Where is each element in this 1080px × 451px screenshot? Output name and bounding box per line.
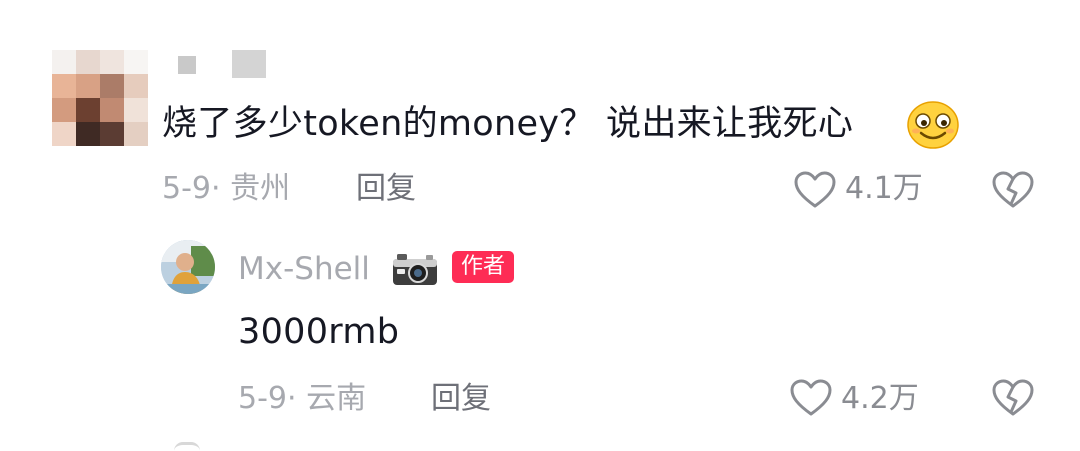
commenter-avatar[interactable] xyxy=(52,50,148,146)
reply-reply-button[interactable]: 回复 xyxy=(431,381,491,417)
author-avatar[interactable] xyxy=(161,240,215,294)
comment-text-content: 烧了多少token的money？ 说出来让我死心 xyxy=(162,104,854,144)
reply-like-count: 4.2万 xyxy=(841,381,919,416)
next-comment-avatar-edge xyxy=(174,442,200,451)
broken-heart-icon[interactable] xyxy=(991,378,1035,418)
camera-icon xyxy=(392,252,438,286)
author-badge: 作者 xyxy=(452,251,515,283)
author-name[interactable]: Mx-Shell xyxy=(238,250,370,288)
heart-outline-icon[interactable] xyxy=(789,378,833,418)
reply-date-location: 5-9· 云南 xyxy=(238,381,367,416)
comment-text: 烧了多少token的money？ 说出来让我死心 xyxy=(162,102,853,146)
commenter-name-redacted[interactable] xyxy=(178,50,278,80)
comment-date-location: 5-9· 贵州 xyxy=(162,171,291,206)
slightly-smiling-face-emoji-icon xyxy=(906,100,960,150)
broken-heart-icon[interactable] xyxy=(991,170,1035,210)
comment-like-count: 4.1万 xyxy=(845,171,923,206)
heart-outline-icon[interactable] xyxy=(793,170,837,210)
reply-text: 3000rmb xyxy=(238,312,400,352)
comment-reply-button[interactable]: 回复 xyxy=(356,171,416,207)
